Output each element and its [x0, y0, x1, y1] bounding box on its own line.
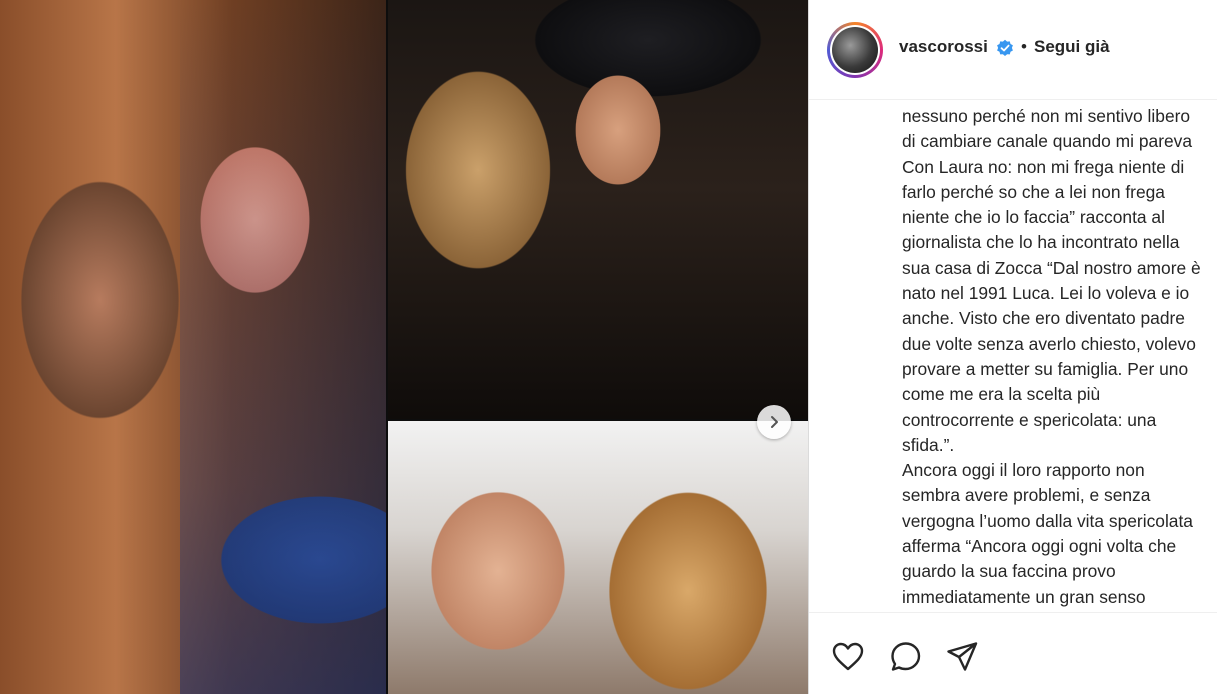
post-header: vascorossi • Segui già — [809, 0, 1217, 100]
caption-line: immediatamente un gran senso — [902, 586, 1146, 607]
caption-line: Con Laura no: non mi frega niente di — [902, 156, 1185, 177]
paper-plane-icon[interactable] — [945, 640, 979, 674]
username-link[interactable]: vascorossi — [899, 37, 988, 57]
header-separator: • — [1021, 37, 1027, 56]
caption-line: controcorrente e spericolata: una — [902, 409, 1157, 430]
caption-line: di cambiare canale quando mi pareva — [902, 131, 1193, 152]
caption-line: due volte senza averlo chiesto, volevo — [902, 333, 1196, 354]
verified-badge-icon — [997, 39, 1013, 56]
caption-line: provare a metter su famiglia. Per uno — [902, 358, 1189, 379]
caption-line: guardo la sua faccina provo — [902, 561, 1116, 582]
chevron-right-icon — [771, 416, 778, 428]
caption-line: afferma “Ancora oggi ogni volta che — [902, 536, 1177, 557]
caption-line: Ancora oggi il loro rapporto non — [902, 460, 1145, 481]
photo-couple-kiss-bottom-right — [388, 421, 808, 694]
heart-icon[interactable] — [831, 640, 865, 674]
avatar-image — [832, 27, 878, 73]
caption-line: niente che io lo faccia” racconta al — [902, 207, 1165, 228]
follow-button[interactable]: Segui già — [1034, 37, 1110, 57]
caption-line: giornalista che lo ha incontrato nella — [902, 232, 1180, 253]
caption-line: anche. Visto che ero diventato padre — [902, 308, 1185, 329]
caption-line: sua casa di Zocca “Dal nostro amore è — [902, 257, 1201, 278]
caption-line: come me era la scelta più — [902, 384, 1101, 405]
post-side-panel: vascorossi • Segui già nessuno perché no… — [808, 0, 1217, 694]
caption-line: farlo perché so che a lei non frega — [902, 181, 1165, 202]
post-actions-bar — [809, 612, 1217, 694]
avatar[interactable] — [827, 22, 883, 78]
post-media-carousel[interactable] — [0, 0, 808, 694]
carousel-next-button[interactable] — [757, 405, 791, 439]
caption-line: sfida.”. — [902, 434, 955, 455]
caption-line: nessuno perché non mi sentivo libero — [902, 106, 1191, 126]
post-caption: nessuno perché non mi sentivo libero di … — [902, 104, 1217, 612]
comment-bubble-icon[interactable] — [889, 640, 923, 674]
caption-line: sembra avere problemi, e senza — [902, 485, 1151, 506]
caption-line: nato nel 1991 Luca. Lei lo voleva e io — [902, 283, 1190, 304]
caption-line: vergogna l’uomo dalla vita spericolata — [902, 510, 1193, 531]
photo-couple-kiss-top-right — [388, 0, 808, 419]
photo-couple-kiss-left — [0, 0, 386, 694]
